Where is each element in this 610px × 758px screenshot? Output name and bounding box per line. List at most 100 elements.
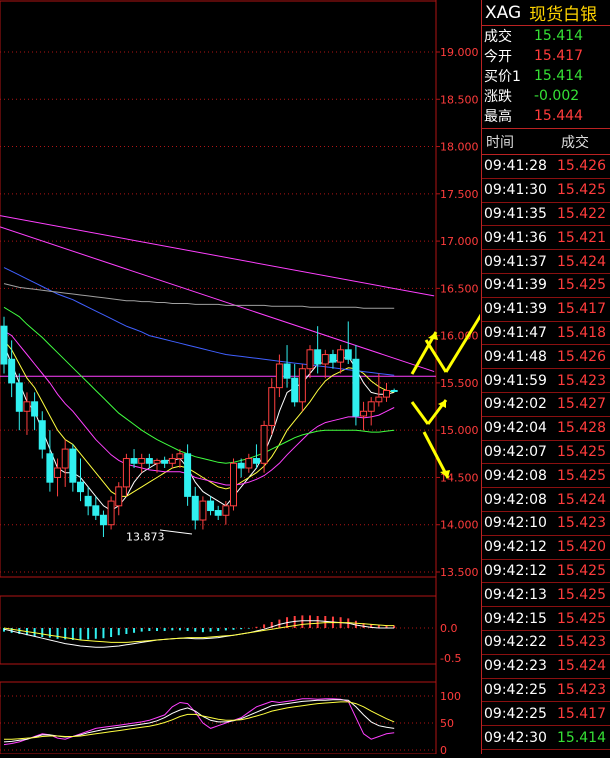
tick-row[interactable]: 09:42:30 15.414 bbox=[482, 726, 610, 750]
tick-time: 09:42:08 bbox=[484, 467, 547, 484]
candle-body bbox=[115, 486, 123, 507]
quote-row: 今开 15.417 bbox=[482, 46, 610, 66]
moving-average-line bbox=[3, 340, 395, 497]
tick-price: 15.424 bbox=[557, 491, 606, 508]
quote-list: 成交 15.414 今开 15.417 买价1 15.414 涨跌 -0.002 最高 15.44… bbox=[482, 26, 610, 129]
macd-line bbox=[3, 622, 395, 643]
tick-row[interactable]: 09:42:02 15.427 bbox=[482, 393, 610, 417]
ticks-header-time: 时间 bbox=[486, 134, 514, 151]
tick-time: 09:42:12 bbox=[484, 562, 547, 579]
candle-body bbox=[84, 495, 92, 507]
tick-row[interactable]: 09:42:13 15.425 bbox=[482, 583, 610, 608]
instrument-name: 现货白银 bbox=[529, 5, 598, 25]
candle-body bbox=[184, 453, 192, 497]
tick-price: 15.425 bbox=[557, 443, 606, 460]
tick-price: 15.417 bbox=[557, 301, 606, 318]
tick-row[interactable]: 09:41:47 15.418 bbox=[482, 322, 610, 346]
candle-body bbox=[291, 377, 299, 403]
quote-value: -0.002 bbox=[534, 88, 580, 104]
tick-row[interactable]: 09:42:08 15.424 bbox=[482, 488, 610, 512]
tick-row[interactable]: 09:42:10 15.423 bbox=[482, 512, 610, 536]
kdj-tick-label: 100 bbox=[440, 690, 461, 703]
candle-body bbox=[375, 396, 383, 403]
tick-row[interactable]: 09:41:28 15.426 bbox=[482, 155, 610, 179]
tick-row[interactable]: 09:41:59 15.423 bbox=[482, 369, 610, 393]
tick-row[interactable]: 09:42:15 15.425 bbox=[482, 607, 610, 631]
tick-row[interactable]: 09:42:07 15.425 bbox=[482, 441, 610, 465]
quote-value: 15.417 bbox=[534, 48, 583, 64]
tick-price: 15.421 bbox=[557, 229, 606, 246]
candle-body bbox=[46, 453, 54, 483]
tick-price: 15.425 bbox=[557, 562, 606, 579]
y-tick-label: 16.000 bbox=[440, 330, 479, 343]
candle-body bbox=[383, 389, 390, 398]
candle-body bbox=[99, 514, 107, 526]
annotation-arrow bbox=[410, 401, 430, 425]
tick-row[interactable]: 09:42:08 15.425 bbox=[482, 464, 610, 489]
tick-row[interactable]: 09:41:36 15.421 bbox=[482, 226, 610, 251]
tick-row[interactable]: 09:42:25 15.423 bbox=[482, 679, 610, 703]
tick-row[interactable]: 09:41:39 15.425 bbox=[482, 274, 610, 298]
tick-row[interactable]: 09:42:12 15.420 bbox=[482, 536, 610, 560]
kdj-tick-label: 0 bbox=[440, 744, 447, 754]
candle-body bbox=[92, 505, 100, 516]
tick-row[interactable]: 09:41:37 15.424 bbox=[482, 250, 610, 274]
candle-body bbox=[107, 500, 115, 526]
tick-time: 09:41:28 bbox=[484, 158, 547, 175]
tick-row[interactable]: 09:42:23 15.424 bbox=[482, 655, 610, 679]
kdj-panel-frame bbox=[0, 681, 437, 755]
tick-time: 09:41:30 bbox=[484, 182, 547, 199]
macd-line bbox=[3, 620, 395, 648]
candle-body bbox=[61, 448, 69, 469]
tick-time: 09:41:37 bbox=[484, 253, 547, 270]
tick-time: 09:41:47 bbox=[484, 324, 547, 341]
kdj-tick-label: 50 bbox=[440, 717, 454, 730]
candlestick-chart[interactable]: 19.000 18.500 18.000 17.500 17.000 16.500 16.0… bbox=[0, 0, 494, 757]
y-tick-label: 13.500 bbox=[440, 566, 479, 579]
tick-time: 09:41:39 bbox=[484, 301, 547, 318]
candle-body bbox=[214, 510, 222, 516]
y-tick-label: 19.000 bbox=[440, 46, 479, 59]
ticks-header-price: 成交 bbox=[561, 134, 589, 151]
low-price-label: 13.873 bbox=[126, 531, 165, 544]
candle-body bbox=[38, 420, 46, 450]
candle-body bbox=[77, 481, 84, 493]
tick-time: 09:42:07 bbox=[484, 443, 547, 460]
candle-body bbox=[298, 368, 306, 403]
candle-body bbox=[367, 401, 375, 412]
tick-time: 09:42:02 bbox=[484, 396, 547, 413]
quote-row: 成交 15.414 bbox=[482, 26, 610, 46]
quote-label: 涨跌 bbox=[484, 89, 512, 105]
main-panel-frame bbox=[0, 0, 437, 578]
tick-row[interactable]: 09:41:48 15.426 bbox=[482, 345, 610, 370]
tick-price: 15.423 bbox=[557, 634, 606, 651]
candle-body bbox=[161, 459, 169, 464]
tick-row[interactable]: 09:42:25 15.417 bbox=[482, 702, 610, 727]
candle-body bbox=[275, 363, 283, 389]
tick-row[interactable]: 09:41:39 15.417 bbox=[482, 298, 610, 322]
macd-tick-label: 0.0 bbox=[440, 622, 458, 635]
candle-body bbox=[168, 458, 176, 464]
tick-row[interactable]: 09:42:04 15.428 bbox=[482, 417, 610, 441]
candle-body bbox=[69, 448, 77, 483]
candle-body bbox=[268, 387, 276, 426]
candle-body bbox=[245, 458, 253, 469]
chart-area[interactable]: 19.000 18.500 18.000 17.500 17.000 16.500 16.0… bbox=[0, 0, 494, 757]
quote-panel: XAG 现货白银 成交 15.414 今开 15.417 买价1 15.414 涨跌 -0.0… bbox=[481, 0, 610, 754]
tick-price: 15.418 bbox=[557, 324, 606, 341]
candle-body bbox=[321, 354, 329, 365]
tick-row[interactable]: 09:41:30 15.425 bbox=[482, 179, 610, 203]
tick-row[interactable]: 09:41:35 15.422 bbox=[482, 203, 610, 227]
tick-price: 15.423 bbox=[557, 515, 606, 532]
tick-list[interactable]: 09:41:28 15.426 09:41:30 15.425 09:41:35 15.4… bbox=[482, 155, 610, 750]
candle-body bbox=[306, 349, 314, 370]
tick-price: 15.425 bbox=[557, 182, 606, 199]
candle-body bbox=[222, 505, 230, 516]
trend-line bbox=[0, 226, 435, 373]
candle-body bbox=[329, 354, 337, 363]
tick-row[interactable]: 09:42:12 15.425 bbox=[482, 560, 610, 584]
kdj-line bbox=[4, 701, 395, 740]
y-tick-label: 18.500 bbox=[440, 93, 479, 106]
candle-body bbox=[283, 363, 291, 379]
tick-row[interactable]: 09:42:22 15.423 bbox=[482, 631, 610, 655]
